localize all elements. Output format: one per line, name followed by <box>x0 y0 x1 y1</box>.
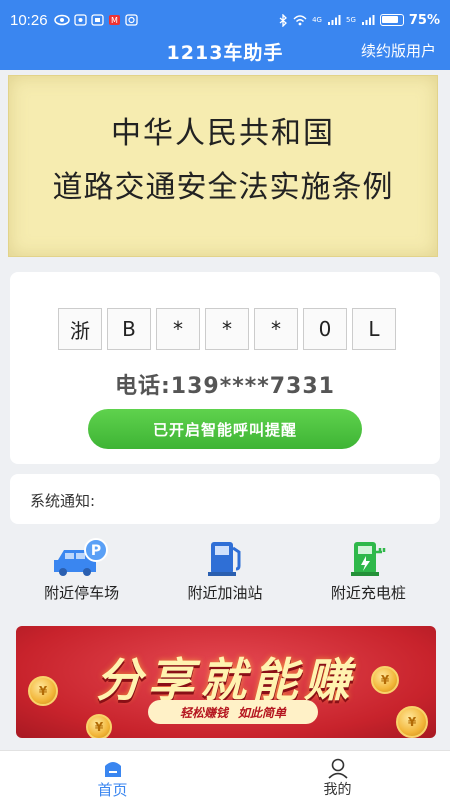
promo-tagline: 轻松赚钱 如此简单 <box>148 700 318 724</box>
nearby-parking-button[interactable]: P 附近停车场 <box>10 530 153 616</box>
plate-char: 0 <box>303 308 347 350</box>
system-notice[interactable]: 系统通知: <box>10 474 440 524</box>
plate-char: * <box>205 308 249 350</box>
regulation-banner[interactable]: 中华人民共和国 道路交通安全法实施条例 <box>8 75 438 257</box>
user-type-link[interactable]: 续约版用户 <box>361 40 436 61</box>
plate-card: 浙 B * * * 0 L 电话:139****7331 已开启智能呼叫提醒 <box>10 272 440 464</box>
banner-line-1: 中华人民共和国 <box>111 116 335 151</box>
smart-call-button[interactable]: 已开启智能呼叫提醒 <box>88 409 362 449</box>
plate-char: * <box>254 308 298 350</box>
wifi-icon <box>293 15 307 26</box>
tab-home[interactable]: 首页 <box>0 751 225 800</box>
phone-number: 电话:139****7331 <box>115 374 335 399</box>
tab-label: 我的 <box>323 782 352 798</box>
plate-char: 浙 <box>58 308 102 350</box>
tab-profile[interactable]: 我的 <box>225 751 450 800</box>
service-label: 附近停车场 <box>44 584 120 602</box>
parking-car-icon: P <box>53 538 108 576</box>
signal-icon <box>327 15 341 25</box>
network-label: 4G <box>312 15 322 24</box>
service-label: 附近加油站 <box>187 584 263 602</box>
plate-char: B <box>107 308 151 350</box>
status-right: 4G 5G 75% <box>278 13 440 28</box>
user-icon <box>327 758 348 779</box>
svg-text:M: M <box>111 16 118 25</box>
battery-icon <box>379 14 404 26</box>
app-icon <box>73 14 87 26</box>
app-header: 1213车助手 续约版用户 <box>0 36 450 70</box>
bottom-tab-bar: 首页 我的 <box>0 750 450 800</box>
plate-char: L <box>352 308 396 350</box>
nearby-ev-charger-button[interactable]: 附近充电桩 <box>297 530 440 616</box>
tab-label: 首页 <box>97 781 128 799</box>
bluetooth-icon <box>279 13 288 27</box>
promo-tag-1: 轻松赚钱 <box>179 705 228 720</box>
share-promo-banner[interactable]: ¥ ¥ ¥ ¥ 分享就能赚 轻松赚钱 如此简单 <box>16 626 436 738</box>
nearby-services: P 附近停车场 附近加油站 附近充电桩 <box>10 530 440 616</box>
gas-pump-icon <box>207 542 241 576</box>
signal-icon <box>361 15 375 25</box>
coin-decoration: ¥ <box>396 706 428 738</box>
notice-label: 系统通知: <box>30 492 96 510</box>
eye-icon <box>53 14 70 26</box>
plate-char: * <box>156 308 200 350</box>
bank-icon: M <box>108 15 120 25</box>
banner-line-2: 道路交通安全法实施条例 <box>52 170 394 205</box>
ev-charger-icon <box>351 542 386 576</box>
status-time: 10:26 <box>10 11 48 29</box>
network-label-2: 5G <box>345 15 356 24</box>
nearby-gas-station-button[interactable]: 附近加油站 <box>153 530 296 616</box>
home-icon <box>104 762 121 777</box>
app-icon <box>124 14 138 26</box>
app-icon <box>90 14 104 26</box>
status-bar: 10:26 M 4G 5G 75% <box>0 0 450 40</box>
service-label: 附近充电桩 <box>330 584 406 602</box>
plate-number[interactable]: 浙 B * * * 0 L <box>58 308 396 350</box>
svg-text:P: P <box>91 543 101 559</box>
promo-tag-2: 如此简单 <box>238 705 287 720</box>
coin-decoration: ¥ <box>86 714 112 738</box>
battery-level: 75% <box>408 12 440 28</box>
notification-icons: M <box>53 14 138 26</box>
